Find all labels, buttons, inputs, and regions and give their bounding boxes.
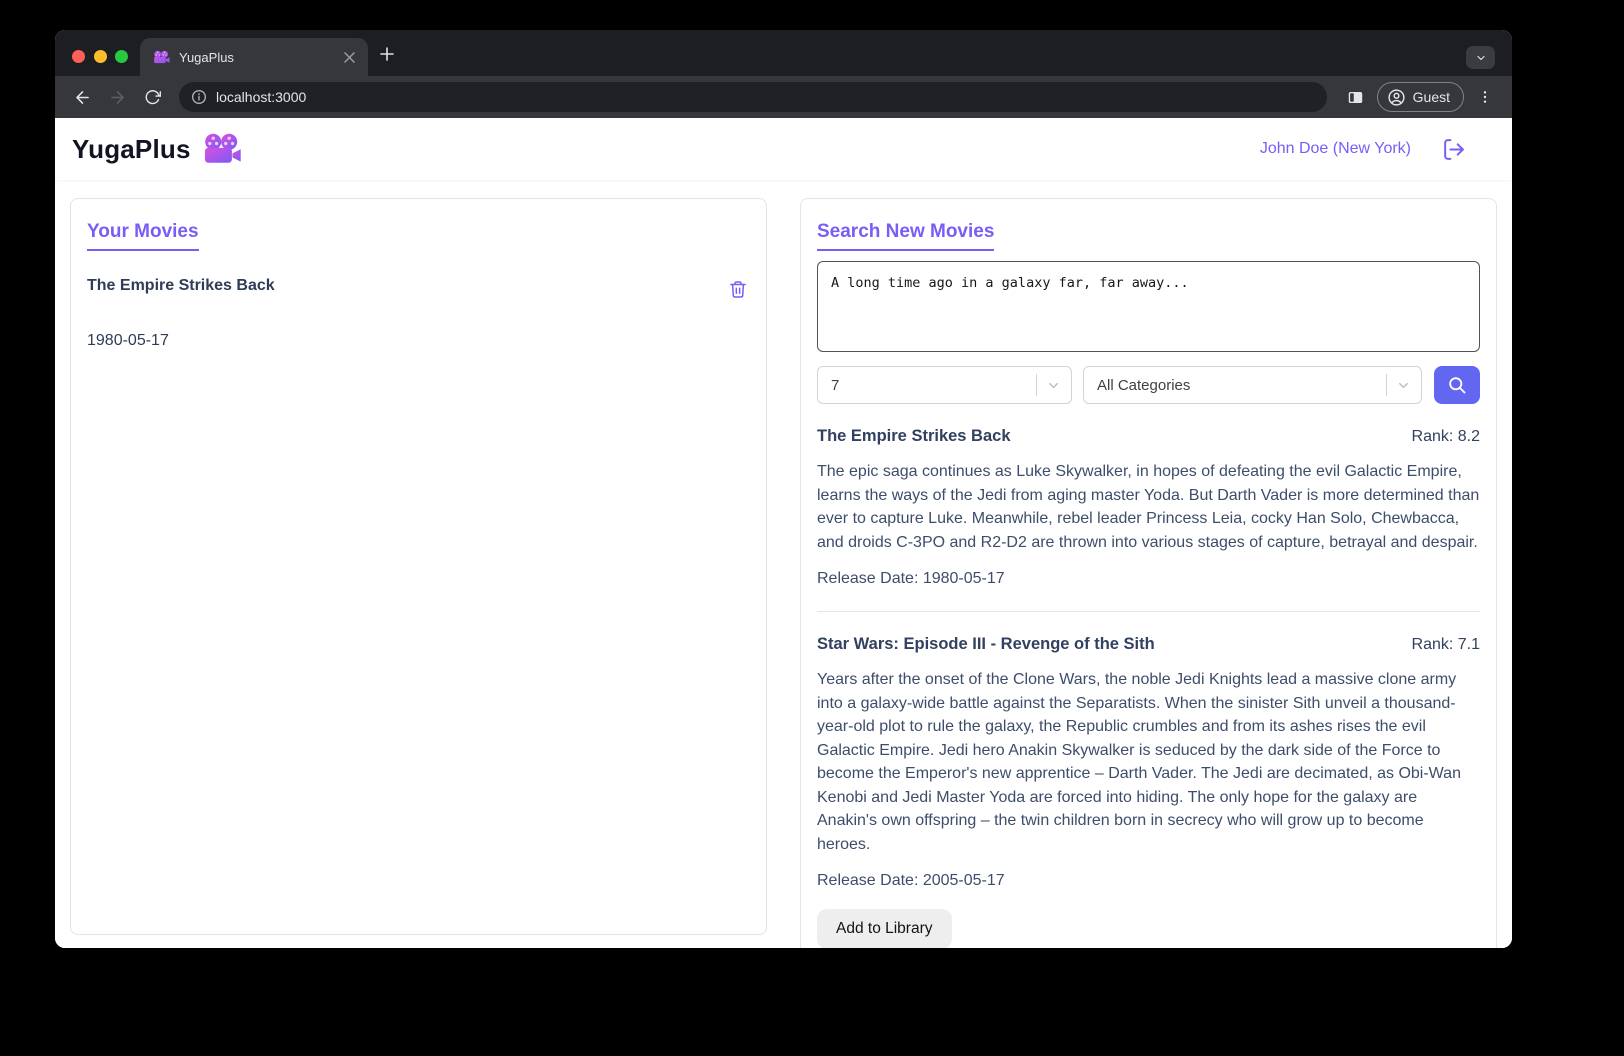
profile-button[interactable]: Guest — [1377, 82, 1464, 112]
browser-window: YugaPlus localhost:3000 — [55, 30, 1512, 948]
close-window-button[interactable] — [72, 50, 85, 63]
results-limit-select[interactable]: 7 — [817, 366, 1072, 404]
tab-search-chevron-icon[interactable] — [1466, 46, 1495, 69]
side-panel-icon[interactable] — [1342, 83, 1370, 111]
your-movies-title: Your Movies — [87, 221, 199, 251]
window-controls — [72, 50, 128, 63]
search-icon — [1447, 375, 1467, 395]
browser-toolbar: localhost:3000 Guest — [55, 76, 1512, 118]
brand: YugaPlus — [72, 133, 242, 166]
category-select[interactable]: All Categories — [1083, 366, 1422, 404]
result-release-date: Release Date: 2005-05-17 — [817, 872, 1480, 890]
app-header: YugaPlus John Doe (New York) — [55, 118, 1512, 180]
logout-icon — [1441, 137, 1466, 162]
user-name: John Doe (New York) — [1260, 140, 1411, 158]
result-release-date: Release Date: 1980-05-17 — [817, 570, 1480, 588]
address-bar[interactable]: localhost:3000 — [179, 82, 1327, 112]
search-panel: Search New Movies A long time ago in a g… — [800, 198, 1497, 948]
back-icon[interactable] — [68, 83, 96, 111]
result-header: The Empire Strikes Back Rank: 8.2 — [817, 427, 1480, 446]
library-movie-row: The Empire Strikes Back — [87, 277, 750, 305]
results-limit-value: 7 — [831, 377, 1036, 394]
your-movies-panel: Your Movies The Empire Strikes Back 1980… — [70, 198, 767, 935]
minimize-window-button[interactable] — [94, 50, 107, 63]
select-divider — [1036, 374, 1037, 396]
user-area: John Doe (New York) — [1260, 137, 1494, 162]
browser-menu-icon[interactable] — [1471, 83, 1499, 111]
result-title: The Empire Strikes Back — [817, 427, 1011, 446]
result-description: The epic saga continues as Luke Skywalke… — [817, 460, 1480, 554]
browser-tab-yugaplus[interactable]: YugaPlus — [140, 38, 368, 76]
page-content: YugaPlus John Doe (New York) Your Movies… — [55, 118, 1512, 948]
result-rank: Rank: 7.1 — [1412, 636, 1480, 654]
search-title: Search New Movies — [817, 221, 994, 251]
chevron-down-icon — [1046, 378, 1061, 393]
forward-icon[interactable] — [103, 83, 131, 111]
result-divider — [817, 611, 1480, 612]
result-title: Star Wars: Episode III - Revenge of the … — [817, 635, 1155, 654]
logout-button[interactable] — [1441, 137, 1466, 162]
library-movie-date: 1980-05-17 — [87, 332, 750, 350]
movie-camera-icon — [202, 133, 242, 166]
new-tab-button[interactable] — [377, 44, 397, 64]
library-movie-title: The Empire Strikes Back — [87, 277, 275, 295]
search-controls: 7 All Categories — [817, 366, 1480, 404]
tab-title: YugaPlus — [179, 50, 340, 65]
category-value: All Categories — [1097, 377, 1386, 394]
delete-movie-button[interactable] — [726, 277, 750, 305]
url-text: localhost:3000 — [216, 89, 306, 105]
zoom-window-button[interactable] — [115, 50, 128, 63]
trash-icon — [728, 279, 748, 300]
app-logo-text: YugaPlus — [72, 134, 191, 165]
movie-camera-favicon — [153, 50, 170, 65]
select-divider — [1386, 374, 1387, 396]
search-button[interactable] — [1434, 366, 1480, 404]
chevron-down-icon — [1396, 378, 1411, 393]
search-result: The Empire Strikes Back Rank: 8.2 The ep… — [817, 427, 1480, 588]
add-to-library-button[interactable]: Add to Library — [817, 909, 952, 948]
tab-close-icon[interactable] — [340, 48, 358, 66]
result-description: Years after the onset of the Clone Wars,… — [817, 668, 1480, 856]
search-result: Star Wars: Episode III - Revenge of the … — [817, 635, 1480, 948]
browser-tab-strip: YugaPlus — [55, 30, 1512, 76]
person-icon — [1387, 88, 1406, 107]
result-header: Star Wars: Episode III - Revenge of the … — [817, 635, 1480, 654]
main-content: Your Movies The Empire Strikes Back 1980… — [55, 180, 1512, 948]
reload-icon[interactable] — [138, 83, 166, 111]
site-info-icon[interactable] — [191, 89, 207, 105]
profile-label: Guest — [1413, 89, 1450, 105]
search-query-input[interactable]: A long time ago in a galaxy far, far awa… — [817, 261, 1480, 352]
result-rank: Rank: 8.2 — [1412, 428, 1480, 446]
